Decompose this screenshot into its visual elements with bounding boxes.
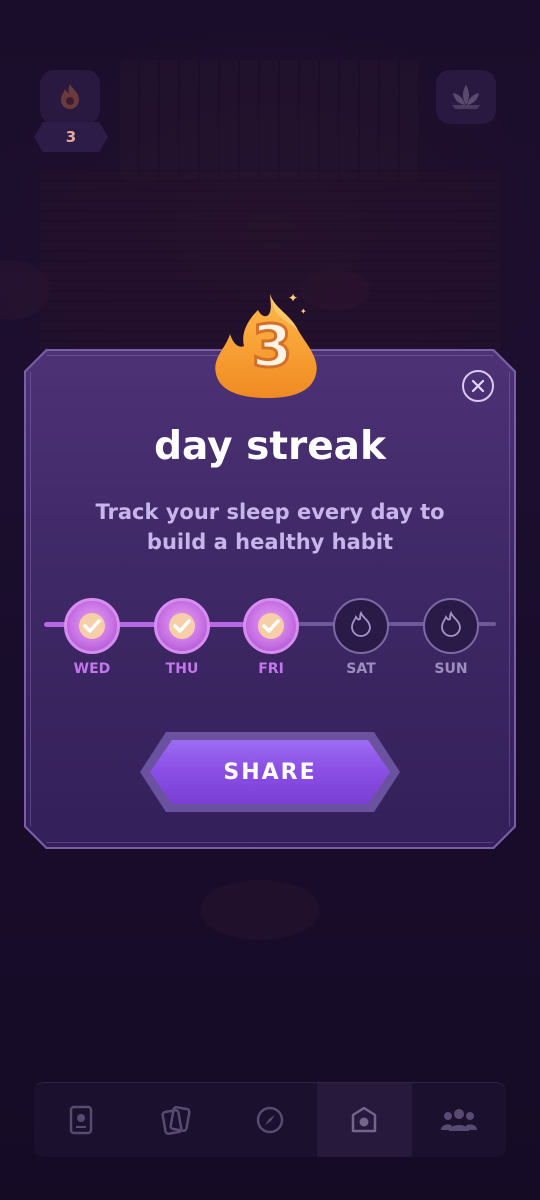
check-icon bbox=[169, 613, 195, 639]
streak-count-badge: 3 bbox=[34, 122, 108, 152]
svg-text:✦: ✦ bbox=[288, 291, 298, 305]
nav-compass[interactable] bbox=[223, 1083, 317, 1157]
day-label-thu: THU bbox=[165, 661, 199, 677]
bottom-navigation bbox=[34, 1082, 506, 1157]
day-label-sun: SUN bbox=[434, 661, 468, 677]
day-label-wed: WED bbox=[73, 661, 111, 677]
day-fri bbox=[241, 596, 301, 656]
nav-cards[interactable] bbox=[128, 1083, 222, 1157]
share-button[interactable]: SHARE bbox=[150, 740, 390, 804]
empty-flame-icon bbox=[441, 610, 461, 637]
lotus-icon bbox=[452, 85, 480, 109]
dialog-subtitle: Track your sleep every day to build a he… bbox=[95, 500, 445, 554]
streak-number: 3 bbox=[250, 311, 293, 382]
dialog-title: day streak bbox=[154, 424, 386, 469]
nav-friends[interactable] bbox=[412, 1083, 506, 1157]
home-icon bbox=[352, 1106, 377, 1133]
compass-icon bbox=[256, 1106, 284, 1134]
check-icon bbox=[79, 613, 105, 639]
journal-icon bbox=[69, 1105, 93, 1135]
day-thu bbox=[152, 596, 212, 656]
close-button[interactable] bbox=[462, 370, 494, 402]
streak-hud-button[interactable] bbox=[40, 70, 100, 124]
empty-flame-icon bbox=[351, 610, 371, 637]
flame-icon bbox=[61, 84, 79, 109]
nav-journal[interactable] bbox=[34, 1083, 128, 1157]
day-wed bbox=[62, 596, 122, 656]
close-icon bbox=[471, 379, 485, 393]
lotus-hud-button[interactable] bbox=[436, 70, 496, 124]
day-label-sat: SAT bbox=[346, 661, 376, 677]
cards-icon bbox=[161, 1106, 191, 1135]
day-sun bbox=[421, 596, 481, 656]
check-icon bbox=[258, 613, 284, 639]
day-label-fri: FRI bbox=[258, 661, 284, 677]
nav-home[interactable] bbox=[317, 1083, 412, 1157]
day-sat bbox=[331, 596, 391, 656]
friends-icon bbox=[440, 1109, 477, 1131]
